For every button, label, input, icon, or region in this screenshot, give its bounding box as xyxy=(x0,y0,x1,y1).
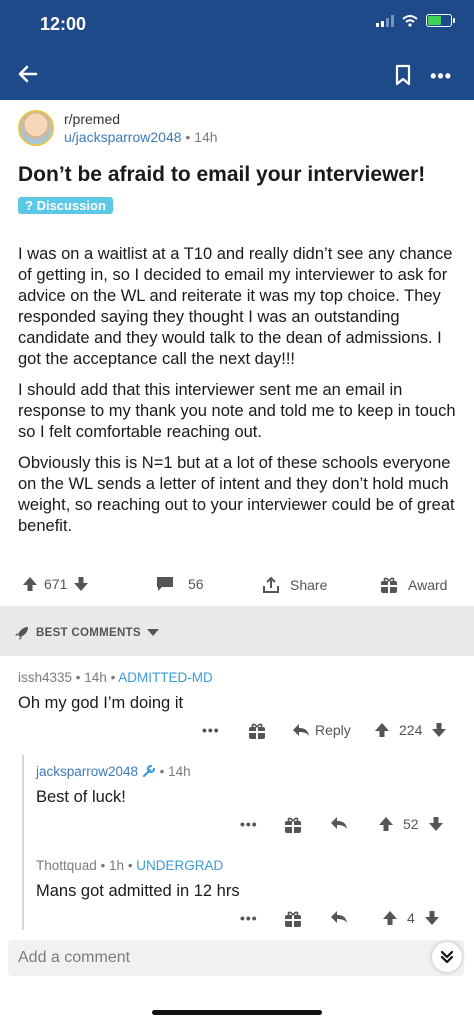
thread-line xyxy=(22,755,24,930)
vote-count: 671 xyxy=(44,576,68,592)
post-age: 14h xyxy=(194,129,218,145)
comment-icon xyxy=(157,577,173,591)
signal-icon xyxy=(376,14,394,27)
post-title: Don’t be afraid to email your interviewe… xyxy=(18,163,426,186)
avatar[interactable] xyxy=(18,110,54,146)
share-icon xyxy=(263,576,279,593)
chevron-down-icon xyxy=(146,629,159,636)
upvote-icon[interactable] xyxy=(382,910,398,926)
bookmark-icon[interactable] xyxy=(394,64,412,86)
reply-label: Reply xyxy=(315,722,351,738)
comment-text: Best of luck! xyxy=(36,788,126,806)
wifi-icon xyxy=(402,14,418,27)
more-icon[interactable]: ••• xyxy=(202,722,220,738)
double-chevron-down-icon xyxy=(440,950,454,964)
vote-group: 4 xyxy=(382,910,440,926)
reply-button[interactable]: Reply xyxy=(292,722,351,738)
downvote-icon[interactable] xyxy=(73,576,89,592)
post-paragraph: I should add that this interviewer sent … xyxy=(18,381,456,441)
award-label: Award xyxy=(408,577,448,593)
downvote-icon[interactable] xyxy=(431,722,447,738)
post-actions: 671 56 Share Award xyxy=(0,570,474,600)
award-button[interactable]: Award xyxy=(380,576,447,594)
comment-text: Oh my god I’m doing it xyxy=(18,694,184,712)
question-icon: ? xyxy=(25,198,37,213)
sort-dropdown[interactable]: BEST COMMENTS xyxy=(14,625,159,641)
comment-author[interactable]: issh4335 xyxy=(18,670,72,685)
share-label: Share xyxy=(290,577,328,593)
app-header: 12:00 ••• xyxy=(0,0,474,100)
post-body: I was on a waitlist at a T10 and really … xyxy=(18,244,458,547)
back-arrow-icon[interactable] xyxy=(16,62,40,86)
battery-icon xyxy=(426,14,455,27)
award-button[interactable] xyxy=(248,722,266,740)
more-icon[interactable]: ••• xyxy=(430,66,452,87)
sort-label: BEST COMMENTS xyxy=(36,627,141,639)
flair-badge[interactable]: ? Discussion xyxy=(18,197,113,214)
more-icon[interactable]: ••• xyxy=(240,910,258,926)
reply-button[interactable] xyxy=(330,910,348,924)
award-button[interactable] xyxy=(284,816,302,834)
author-link[interactable]: u/jacksparrow2048 xyxy=(64,129,182,145)
subreddit-link[interactable]: r/premed xyxy=(64,110,218,128)
reply-button[interactable] xyxy=(330,816,348,830)
user-flair: ADMITTED-MD xyxy=(118,670,213,685)
comment-input[interactable]: Add a comment xyxy=(8,940,464,976)
comments-button[interactable]: 56 xyxy=(156,576,204,592)
user-flair: UNDERGRAD xyxy=(136,858,224,873)
award-icon xyxy=(249,723,265,739)
vote-group: 52 xyxy=(378,816,444,832)
comment-meta: issh4335 • 14h • ADMITTED-MD xyxy=(18,670,213,685)
upvote-icon[interactable] xyxy=(22,576,38,592)
upvote-icon[interactable] xyxy=(374,722,390,738)
award-icon xyxy=(285,817,301,833)
status-time: 12:00 xyxy=(40,14,87,34)
downvote-icon[interactable] xyxy=(424,910,440,926)
award-icon xyxy=(381,577,397,593)
vote-count: 4 xyxy=(407,910,415,926)
comment-actions: ••• 4 xyxy=(0,910,474,932)
award-button[interactable] xyxy=(284,910,302,928)
reply-icon xyxy=(331,911,347,923)
mod-wrench-icon xyxy=(142,764,155,778)
home-indicator xyxy=(152,1010,322,1015)
comment-actions: ••• Reply 224 xyxy=(0,722,474,744)
comment-meta: jacksparrow2048 • 14h xyxy=(36,764,191,779)
jump-down-button[interactable] xyxy=(432,942,462,972)
comment-meta: Thottquad • 1h • UNDERGRAD xyxy=(36,858,224,873)
comment-count: 56 xyxy=(188,576,204,592)
comment-text: Mans got admitted in 12 hrs xyxy=(36,882,240,900)
vote-count: 52 xyxy=(403,816,419,832)
post-header: r/premed u/jacksparrow2048 • 14h xyxy=(18,110,218,146)
comment-author[interactable]: Thottquad xyxy=(36,858,97,873)
comment-author[interactable]: jacksparrow2048 xyxy=(36,764,138,779)
post-paragraph: Obviously this is N=1 but at a lot of th… xyxy=(18,454,455,535)
downvote-icon[interactable] xyxy=(428,816,444,832)
reply-icon xyxy=(331,817,347,829)
post-paragraph: I was on a waitlist at a T10 and really … xyxy=(18,245,453,368)
vote-group: 224 xyxy=(374,722,447,738)
share-button[interactable]: Share xyxy=(262,576,327,594)
status-icons xyxy=(376,14,455,27)
reply-icon xyxy=(293,724,309,736)
vote-group: 671 xyxy=(22,576,89,592)
upvote-icon[interactable] xyxy=(378,816,394,832)
vote-count: 224 xyxy=(399,722,423,738)
rocket-icon xyxy=(15,627,28,640)
comment-actions: ••• 52 xyxy=(0,816,474,838)
more-icon[interactable]: ••• xyxy=(240,816,258,832)
award-icon xyxy=(285,911,301,927)
